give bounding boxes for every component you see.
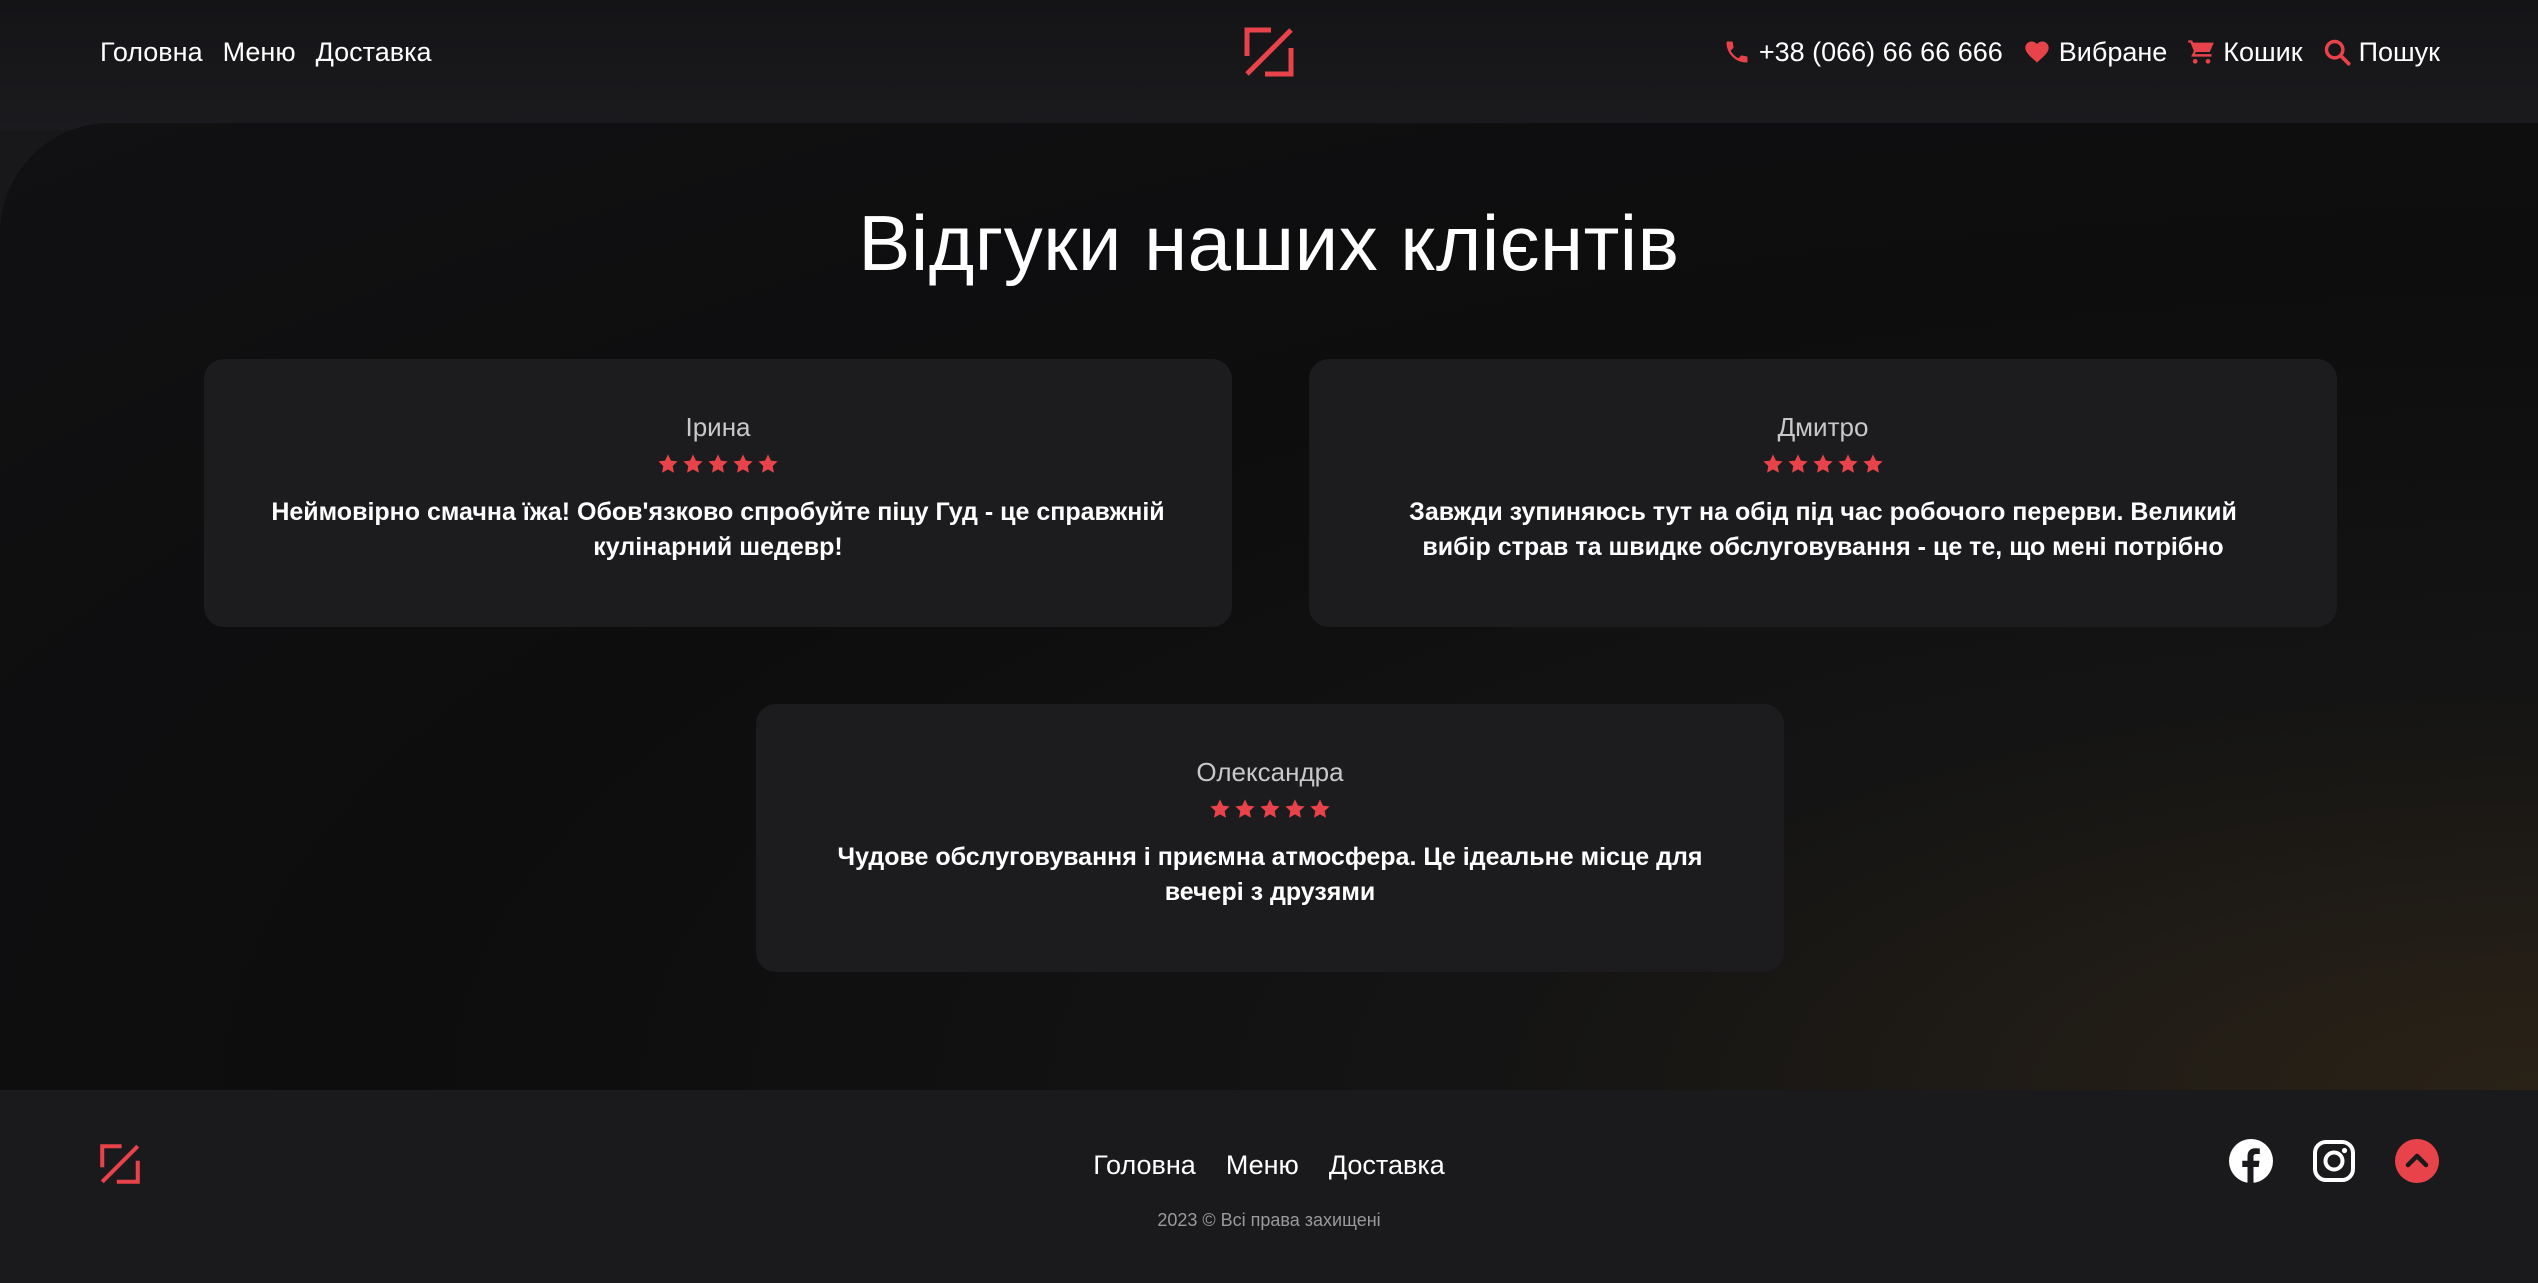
facebook-icon: [2229, 1139, 2273, 1184]
site-header: Головна Меню Доставка +38 (066) 66 66 66…: [0, 0, 2538, 130]
phone-link[interactable]: +38 (066) 66 66 666: [1723, 34, 2003, 70]
star-icon: [1235, 799, 1255, 818]
star-icon: [683, 454, 703, 473]
rating-stars: [204, 453, 1232, 483]
favorites-link[interactable]: Вибране: [2023, 34, 2168, 70]
favorites-label: Вибране: [2058, 37, 2168, 67]
reviewer-name: Дмитро: [1777, 412, 1869, 442]
star-icon: [1260, 799, 1280, 818]
cart-label: Кошик: [2223, 37, 2303, 67]
star-icon: [1813, 454, 1833, 473]
logo[interactable]: [1243, 26, 1295, 78]
search-label: Пошук: [2358, 37, 2440, 67]
review-text: Неймовірно смачна їжа! Обов'язково спроб…: [271, 498, 1165, 561]
footer-delivery-link[interactable]: Доставка: [1329, 1147, 1445, 1183]
logo-icon: [1244, 27, 1294, 77]
footer-home-link[interactable]: Головна: [1093, 1147, 1196, 1183]
reviews-section: Відгуки наших клієнтів Ірина Неймовірно …: [0, 123, 2538, 1090]
rating-stars: [1309, 453, 2337, 483]
star-icon: [1863, 454, 1883, 473]
review-card: Олександра Чудове обслуговування і приєм…: [756, 704, 1784, 972]
star-icon: [1788, 454, 1808, 473]
review-card: Дмитро Завжди зупиняюсь тут на обід під …: [1309, 359, 2337, 627]
nav-home-link[interactable]: Головна: [100, 34, 203, 70]
review-card: Ірина Неймовірно смачна їжа! Обов'язково…: [204, 359, 1232, 627]
instagram-icon: [2313, 1140, 2355, 1182]
review-text: Завжди зупиняюсь тут на обід під час роб…: [1409, 498, 2237, 561]
instagram-link[interactable]: [2311, 1138, 2357, 1184]
star-icon: [1310, 799, 1330, 818]
cart-icon: [2187, 38, 2215, 66]
main-nav: Головна Меню Доставка: [100, 34, 432, 70]
star-icon: [1210, 799, 1230, 818]
footer-nav: Головна Меню Доставка: [0, 1147, 2538, 1183]
rating-stars: [756, 798, 1784, 828]
nav-menu-link[interactable]: Меню: [223, 34, 296, 70]
star-icon: [1838, 454, 1858, 473]
star-icon: [658, 454, 678, 473]
header-actions: +38 (066) 66 66 666 Вибране Кошик Пошук: [1723, 34, 2440, 70]
heart-icon: [2023, 38, 2051, 66]
cart-link[interactable]: Кошик: [2187, 34, 2303, 70]
reviewer-name: Олександра: [1196, 757, 1344, 787]
star-icon: [708, 454, 728, 473]
page-title: Відгуки наших клієнтів: [858, 199, 1680, 287]
star-icon: [733, 454, 753, 473]
phone-icon: [1723, 38, 1751, 66]
review-text: Чудове обслуговування і приємна атмосфер…: [837, 843, 1703, 906]
search-icon: [2323, 38, 2351, 66]
social-links: [2228, 1138, 2440, 1184]
facebook-link[interactable]: [2228, 1138, 2274, 1184]
search-link[interactable]: Пошук: [2323, 34, 2440, 70]
site-footer: Головна Меню Доставка 2023 © Всі права з…: [0, 1090, 2538, 1283]
reviewer-name: Ірина: [685, 412, 751, 442]
star-icon: [758, 454, 778, 473]
scroll-top-button[interactable]: [2394, 1138, 2440, 1184]
star-icon: [1763, 454, 1783, 473]
footer-menu-link[interactable]: Меню: [1226, 1147, 1299, 1183]
phone-number: +38 (066) 66 66 666: [1758, 37, 2003, 67]
nav-delivery-link[interactable]: Доставка: [316, 34, 432, 70]
copyright: 2023 © Всі права захищені: [1157, 1210, 1381, 1230]
star-icon: [1285, 799, 1305, 818]
scroll-top-icon: [2395, 1139, 2439, 1183]
